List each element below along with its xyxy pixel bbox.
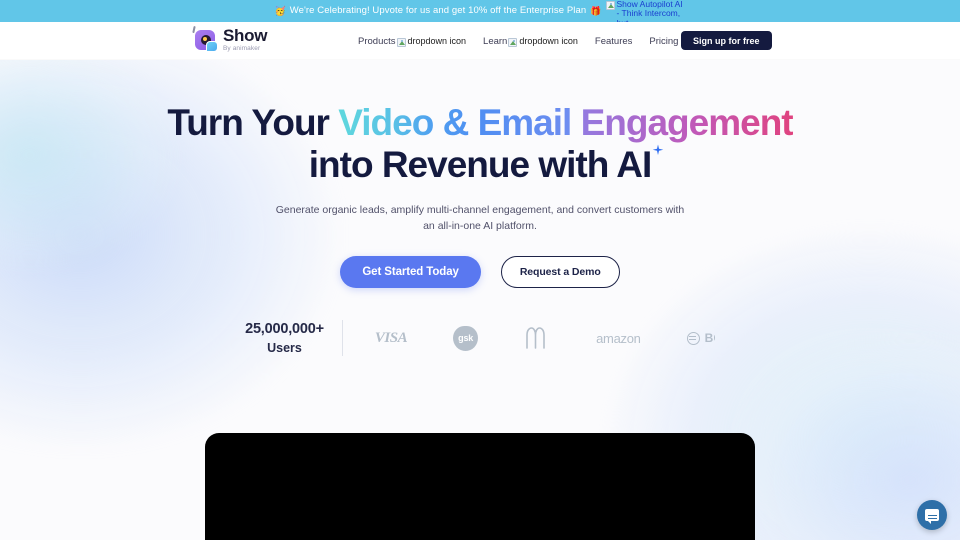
request-demo-button[interactable]: Request a Demo [500,256,620,288]
nav-item-pricing[interactable]: Pricing [649,36,678,47]
celebrate-emoji-icon: 🥳 [274,5,286,16]
amazon-logo-text: amazon [596,330,641,346]
mcdonalds-logo [524,326,550,350]
headline-part-email: Email [477,102,573,143]
announcement-text: We're Celebrating! Upvote for us and get… [289,5,587,16]
hero-cta-row: Get Started Today Request a Demo [0,256,960,288]
message-icon [925,509,939,524]
bose-logo-group: BOS [686,331,715,346]
nav-label-features: Features [594,35,633,47]
bose-logo-text: BOS [704,331,715,346]
logo-link[interactable]: Show By animaker [192,25,267,54]
broken-image-alt-text: Show Autopilot AI - Think Intercom, but [616,0,683,22]
chevron-down-icon[interactable]: dropdown icon [396,36,467,47]
logo-chat-bubble-icon [206,41,218,52]
nav-label-learn: Learn [483,35,508,47]
user-count-label: Users [267,340,302,355]
hero-subtitle: Generate organic leads, amplify multi-ch… [0,202,960,234]
announcement-bar[interactable]: 🥳 We're Celebrating! Upvote for us and g… [0,0,960,22]
signup-button[interactable]: Sign up for free [681,31,772,50]
logo-text-group: Show By animaker [223,27,267,53]
hero-section: Turn Your Video & Email Engagement into … [0,60,960,357]
nav-item-features[interactable]: Features [595,36,633,47]
broken-dropdown-icon [396,37,406,47]
user-count-stat: 25,000,000+ Users [245,320,343,357]
chat-launcher-button[interactable] [917,500,947,530]
hero-subtitle-line-2: an all-in-one AI platform. [423,220,537,232]
logo-title: Show [223,26,268,46]
broken-image-placeholder[interactable]: Show Autopilot AI - Think Intercom, but [605,0,686,22]
site-header: Show By animaker Products dropdown icon … [0,22,960,60]
broken-dropdown-icon [508,37,518,47]
logo-subtitle: By animaker [223,45,261,53]
brand-logo-carousel: VISA gsk amazon BOS [343,325,715,351]
hero-video-player[interactable] [205,433,755,540]
broken-image-icon [605,0,615,10]
gift-emoji-icon: 🎁 [590,5,602,16]
page-title: Turn Your Video & Email Engagement into … [0,102,960,186]
nav-item-learn[interactable]: Learn dropdown icon [483,36,578,47]
nav-label-products: Products [358,35,396,47]
mcdonalds-arches-icon [526,327,545,350]
get-started-button[interactable]: Get Started Today [340,256,481,288]
headline-line-2-wrap: into Revenue with AI [308,144,664,186]
visa-logo-text: VISA [374,329,408,346]
chevron-down-icon[interactable]: dropdown icon [508,36,578,47]
amazon-logo: amazon [596,330,641,346]
sparkle-icon [652,144,664,155]
show-logo-icon [192,25,218,54]
headline-part-1: Turn Your [167,102,339,143]
gsk-logo: gsk [453,325,479,351]
dropdown-alt-text-learn: dropdown icon [519,36,578,46]
hero-subtitle-line-1: Generate organic leads, amplify multi-ch… [275,204,685,216]
visa-logo: VISA [374,329,408,347]
social-proof-row: 25,000,000+ Users VISA gsk amazon BOS [0,320,960,357]
nav-label-pricing: Pricing [649,35,679,47]
dropdown-alt-text-products: dropdown icon [407,36,467,46]
nav-item-products[interactable]: Products dropdown icon [358,36,466,47]
headline-part-engagement: Engagement [571,102,794,143]
user-count-number: 25,000,000+ [245,321,324,337]
logo-antenna-icon [192,25,196,34]
headline-part-amp: & [433,102,478,143]
gsk-logo-text: gsk [453,325,479,351]
headline-line-2: into Revenue with AI [308,144,652,185]
bose-mark-icon [686,331,700,345]
headline-part-video: Video [338,102,434,143]
bose-logo: BOS [686,331,715,346]
main-navigation: Products dropdown icon Learn dropdown ic… [358,22,719,60]
